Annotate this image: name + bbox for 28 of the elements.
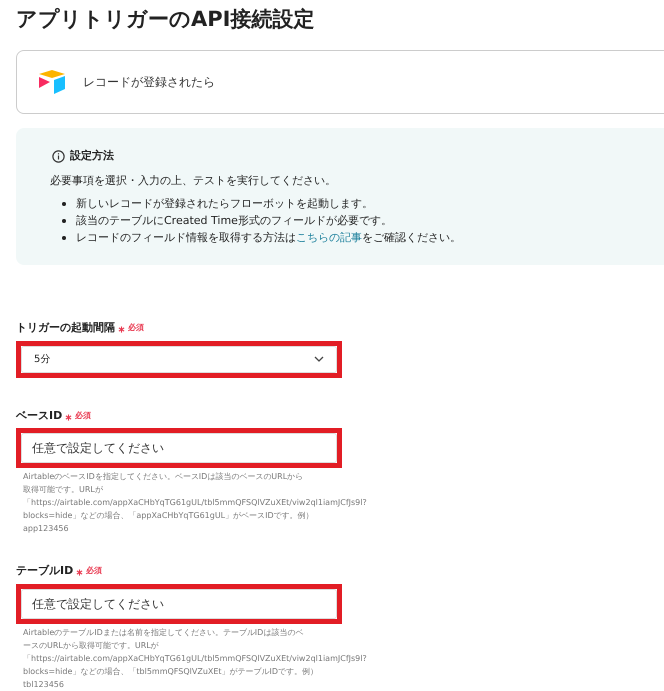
text-input[interactable]: 任意で設定してください [21,588,337,618]
chevron-down-icon [314,356,324,362]
info-text: 必要事項を選択・入力の上、テストを実行してください。 [49,172,337,188]
text-input[interactable]: 任意で設定してください [21,433,337,463]
asterisk-icon [118,326,125,334]
bullet-icon [62,236,66,240]
required-tag: 必須 [86,565,102,578]
trigger-label: レコードが登録されたら [83,74,215,91]
page-title: アプリトリガーのAPI接続設定 [16,6,316,33]
info-icon [52,150,65,163]
bullet-text: レコードのフィールド情報を取得する方法はこちらの記事をご確認ください。 [76,230,461,246]
app-logo-icon [37,69,67,95]
field-label: テーブルID [16,563,74,579]
help-text: AirtableのテーブルIDまたは名前を指定してください。テーブルIDは該当のベ ースのURLから取得可能です。URLが 「https://airtable.com/appXaCHbYqTG61gUL/tbl5mmQFSQlVZuXEt/viw2ql1iamJCfJs9l? blocks=hide」などの場合、「tbl5mmQFSQlVZuXEt」がテーブルIDです。例） tbl123456 [22,626,368,690]
required-tag: 必須 [75,410,92,422]
bullet-icon [62,218,66,222]
bullet-text: 新しいレコードが登録されたらフローボットを起動します。 [76,196,373,212]
field-label: トリガーの起動間隔 [16,320,115,336]
field-label: ベースID [16,408,62,424]
article-link[interactable]: こちらの記事 [296,231,362,244]
asterisk-icon [65,414,72,421]
help-text: AirtableのベースIDを指定してください。ベースIDは該当のベースのURLから 取得可能です。URLが 「https://airtable.com/appXaCHbYqTG61gUL/tbl5mmQFSQlVZuXEt/viw2ql1iamJCfJs9l? blocks=hide」などの場合、「appXaCHbYqTG61gUL」がベースIDです。例） app123456 [22,471,368,535]
required-tag: 必須 [128,322,144,334]
asterisk-icon [76,569,84,576]
info-heading: 設定方法 [70,148,114,164]
interval-select[interactable]: 5分 [21,346,337,372]
bullet-icon [62,202,66,206]
bullet-text: 該当のテーブルにCreated Time形式のフィールドが必要です。 [76,213,392,229]
